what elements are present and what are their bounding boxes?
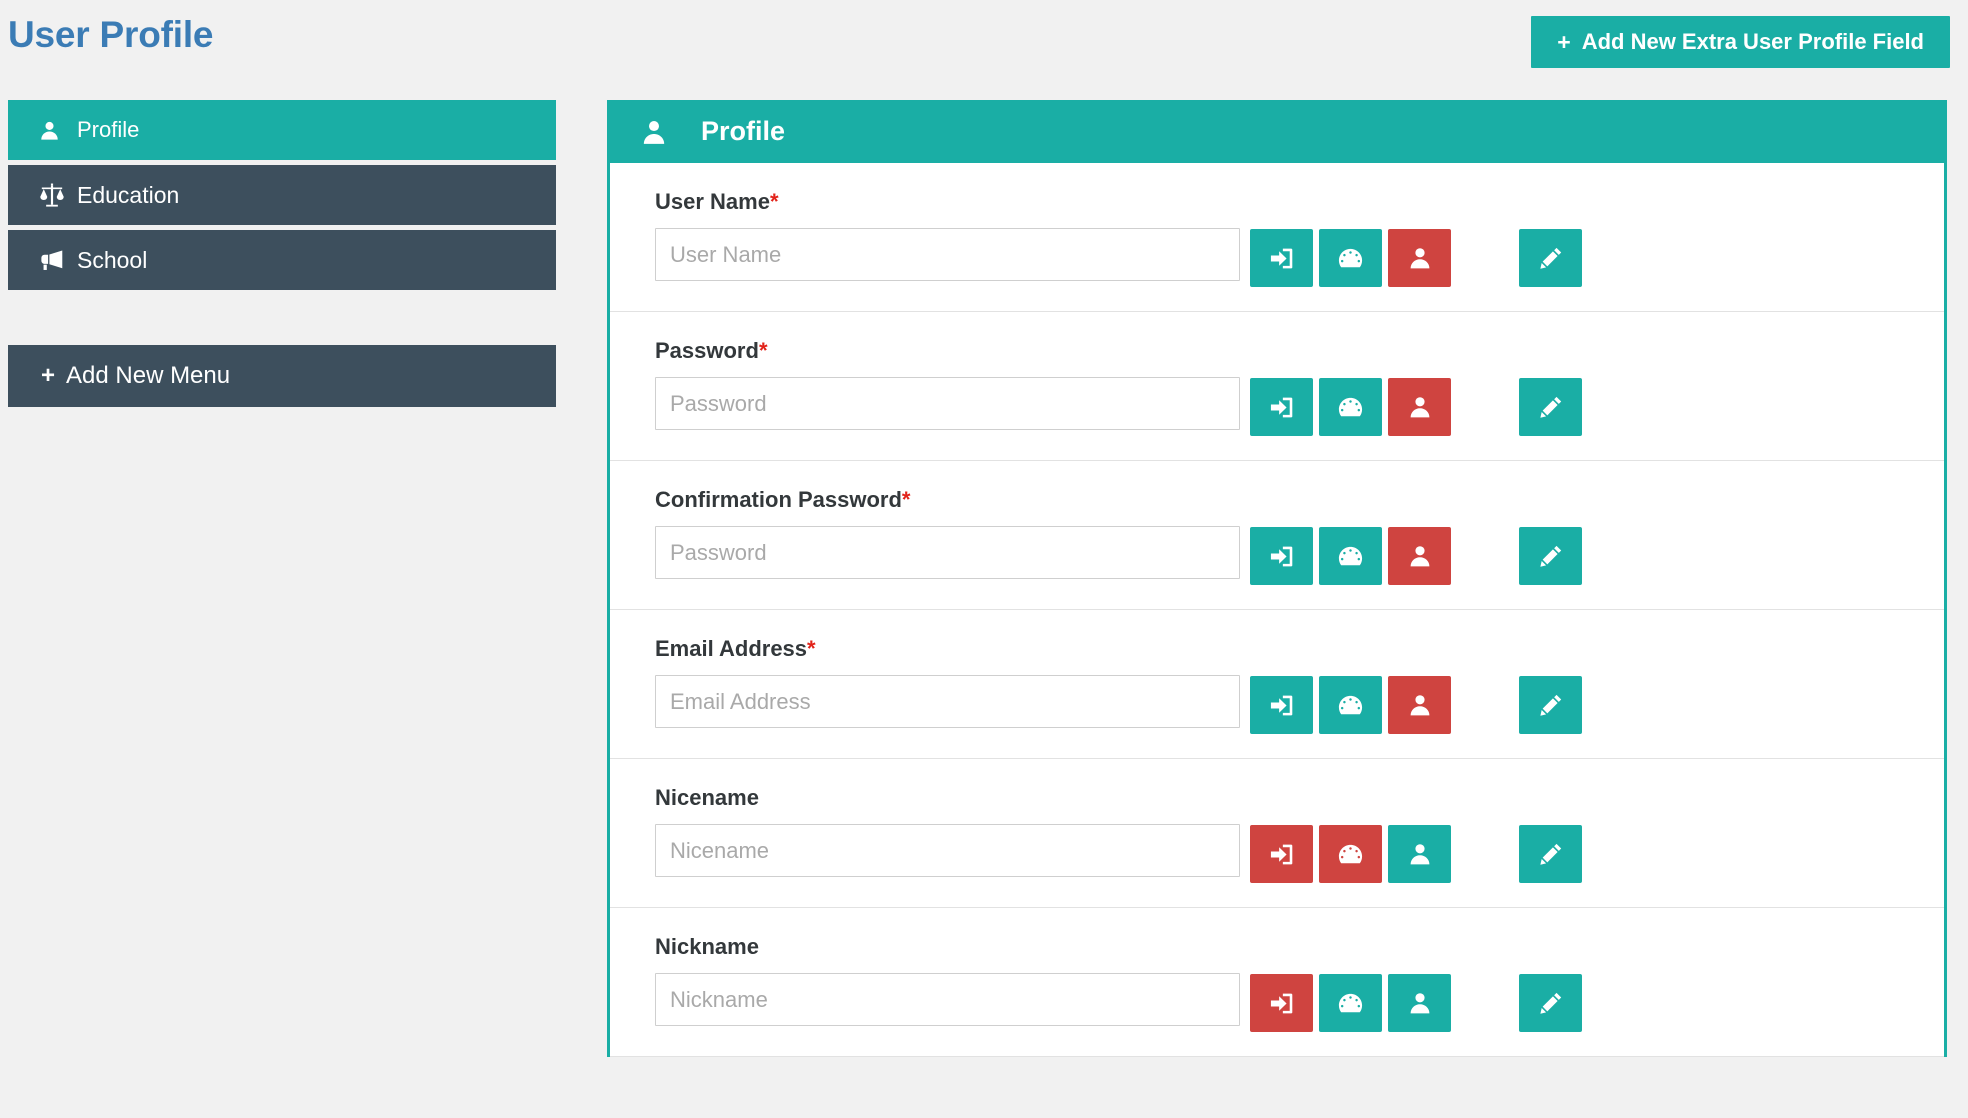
form-row: Email Address* <box>610 610 1944 759</box>
form-row: Password* <box>610 312 1944 461</box>
field-label-text: Nickname <box>655 934 759 959</box>
add-new-extra-user-profile-field-button[interactable]: + Add New Extra User Profile Field <box>1531 16 1950 68</box>
sign-in-toggle-button[interactable] <box>1250 378 1313 436</box>
panel-title: Profile <box>701 116 786 146</box>
user-toggle-button[interactable] <box>1388 676 1451 734</box>
edit-field-button[interactable] <box>1519 378 1582 436</box>
tachometer-toggle-button[interactable] <box>1319 825 1382 883</box>
field-label: Email Address* <box>655 636 1250 662</box>
form-field-group: Email Address* <box>610 636 1250 728</box>
field-input[interactable] <box>655 228 1240 281</box>
page-title: User Profile <box>8 14 214 55</box>
sidebar-item-education[interactable]: Education <box>8 165 556 225</box>
form-row: User Name* <box>610 163 1944 312</box>
user-toggle-button[interactable] <box>1388 378 1451 436</box>
required-asterisk: * <box>769 189 779 214</box>
add-field-button-label: Add New Extra User Profile Field <box>1581 29 1924 54</box>
field-toggle-group <box>1250 825 1451 883</box>
form-row: Nickname <box>610 908 1944 1057</box>
form-field-group: Confirmation Password* <box>610 487 1250 579</box>
sign-in-toggle-button[interactable] <box>1250 825 1313 883</box>
field-label: User Name* <box>655 189 1250 215</box>
form-row: Confirmation Password* <box>610 461 1944 610</box>
sidebar: Profile Education School + Add New Menu <box>8 100 556 407</box>
field-actions <box>1250 636 1944 734</box>
field-label: Nickname <box>655 934 1250 960</box>
field-label: Nicename <box>655 785 1250 811</box>
field-toggle-group <box>1250 378 1451 436</box>
edit-field-button[interactable] <box>1519 676 1582 734</box>
required-asterisk: * <box>901 487 911 512</box>
user-icon <box>641 118 667 146</box>
sidebar-item-profile[interactable]: Profile <box>8 100 556 160</box>
sign-in-toggle-button[interactable] <box>1250 974 1313 1032</box>
panel-header: Profile <box>607 100 1947 163</box>
edit-field-button[interactable] <box>1519 527 1582 585</box>
field-label-text: Confirmation Password <box>655 487 902 512</box>
sidebar-item-label: School <box>77 246 148 273</box>
user-icon <box>39 120 69 141</box>
field-toggle-group <box>1250 974 1451 1032</box>
top-bar: User Profile + Add New Extra User Profil… <box>0 0 1968 100</box>
plus-icon: + <box>1557 28 1571 55</box>
field-input[interactable] <box>655 824 1240 877</box>
sidebar-item-label: Profile <box>77 117 140 142</box>
tachometer-toggle-button[interactable] <box>1319 229 1382 287</box>
edit-field-button[interactable] <box>1519 825 1582 883</box>
sidebar-item-label: Education <box>77 181 180 208</box>
sign-in-toggle-button[interactable] <box>1250 676 1313 734</box>
main-layout: Profile Education School + Add New Menu Pr… <box>0 100 1968 1057</box>
form-field-group: Password* <box>610 338 1250 430</box>
field-label-text: Password <box>655 338 759 363</box>
tachometer-toggle-button[interactable] <box>1319 676 1382 734</box>
field-label: Password* <box>655 338 1250 364</box>
field-actions <box>1250 487 1944 585</box>
form-field-group: Nickname <box>610 934 1250 1026</box>
field-actions <box>1250 338 1944 436</box>
form-field-group: Nicename <box>610 785 1250 877</box>
field-input[interactable] <box>655 973 1240 1026</box>
bullhorn-icon <box>39 247 69 273</box>
field-toggle-group <box>1250 676 1451 734</box>
field-label-text: Nicename <box>655 785 759 810</box>
form-field-group: User Name* <box>610 189 1250 281</box>
add-new-menu-label: Add New Menu <box>66 362 231 389</box>
field-input[interactable] <box>655 526 1240 579</box>
field-input[interactable] <box>655 675 1240 728</box>
field-label-text: User Name <box>655 189 770 214</box>
add-new-menu-button[interactable]: + Add New Menu <box>8 345 556 407</box>
field-actions <box>1250 785 1944 883</box>
user-toggle-button[interactable] <box>1388 229 1451 287</box>
field-input[interactable] <box>655 377 1240 430</box>
panel-body: User Name*Password*Confirmation Password… <box>607 163 1947 1057</box>
field-actions <box>1250 189 1944 287</box>
sidebar-menu-list: Profile Education School <box>8 100 556 290</box>
user-toggle-button[interactable] <box>1388 825 1451 883</box>
edit-field-button[interactable] <box>1519 229 1582 287</box>
sidebar-item-school[interactable]: School <box>8 230 556 290</box>
field-actions <box>1250 934 1944 1032</box>
tachometer-toggle-button[interactable] <box>1319 974 1382 1032</box>
required-asterisk: * <box>758 338 768 363</box>
field-toggle-group <box>1250 229 1451 287</box>
user-toggle-button[interactable] <box>1388 974 1451 1032</box>
tachometer-toggle-button[interactable] <box>1319 527 1382 585</box>
profile-panel: Profile User Name*Password*Confirmation … <box>607 100 1947 1057</box>
tachometer-toggle-button[interactable] <box>1319 378 1382 436</box>
required-asterisk: * <box>807 636 816 661</box>
form-row: Nicename <box>610 759 1944 908</box>
field-toggle-group <box>1250 527 1451 585</box>
field-label: Confirmation Password* <box>655 487 1250 513</box>
sign-in-toggle-button[interactable] <box>1250 229 1313 287</box>
user-toggle-button[interactable] <box>1388 527 1451 585</box>
balance-scale-icon <box>39 182 69 208</box>
edit-field-button[interactable] <box>1519 974 1582 1032</box>
plus-icon: + <box>41 362 56 389</box>
field-label-text: Email Address <box>655 636 808 661</box>
sign-in-toggle-button[interactable] <box>1250 527 1313 585</box>
